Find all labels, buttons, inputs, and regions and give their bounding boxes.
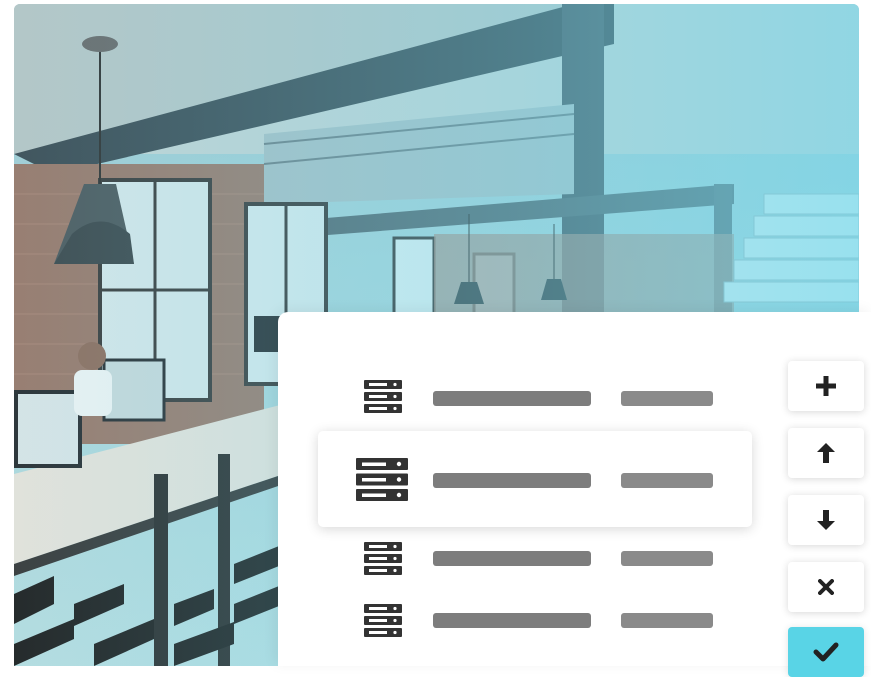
move-down-button[interactable] (788, 495, 864, 545)
confirm-button[interactable] (788, 627, 864, 677)
plus-icon (816, 376, 836, 396)
name-placeholder-bar (433, 473, 591, 488)
arrow-up-icon (817, 443, 835, 463)
name-placeholder-bar (433, 391, 591, 406)
server-icon (364, 542, 402, 575)
value-placeholder-bar (621, 613, 713, 628)
server-row[interactable] (318, 572, 752, 668)
check-icon (813, 642, 839, 662)
server-icon (364, 380, 402, 413)
server-list-panel (278, 312, 871, 677)
name-placeholder-bar (433, 613, 591, 628)
value-placeholder-bar (621, 551, 713, 566)
remove-button[interactable] (788, 562, 864, 612)
server-icon (356, 458, 408, 501)
close-icon (818, 579, 834, 595)
add-button[interactable] (788, 361, 864, 411)
move-up-button[interactable] (788, 428, 864, 478)
value-placeholder-bar (621, 473, 713, 488)
arrow-down-icon (817, 510, 835, 530)
name-placeholder-bar (433, 551, 591, 566)
value-placeholder-bar (621, 391, 713, 406)
server-icon (364, 604, 402, 637)
